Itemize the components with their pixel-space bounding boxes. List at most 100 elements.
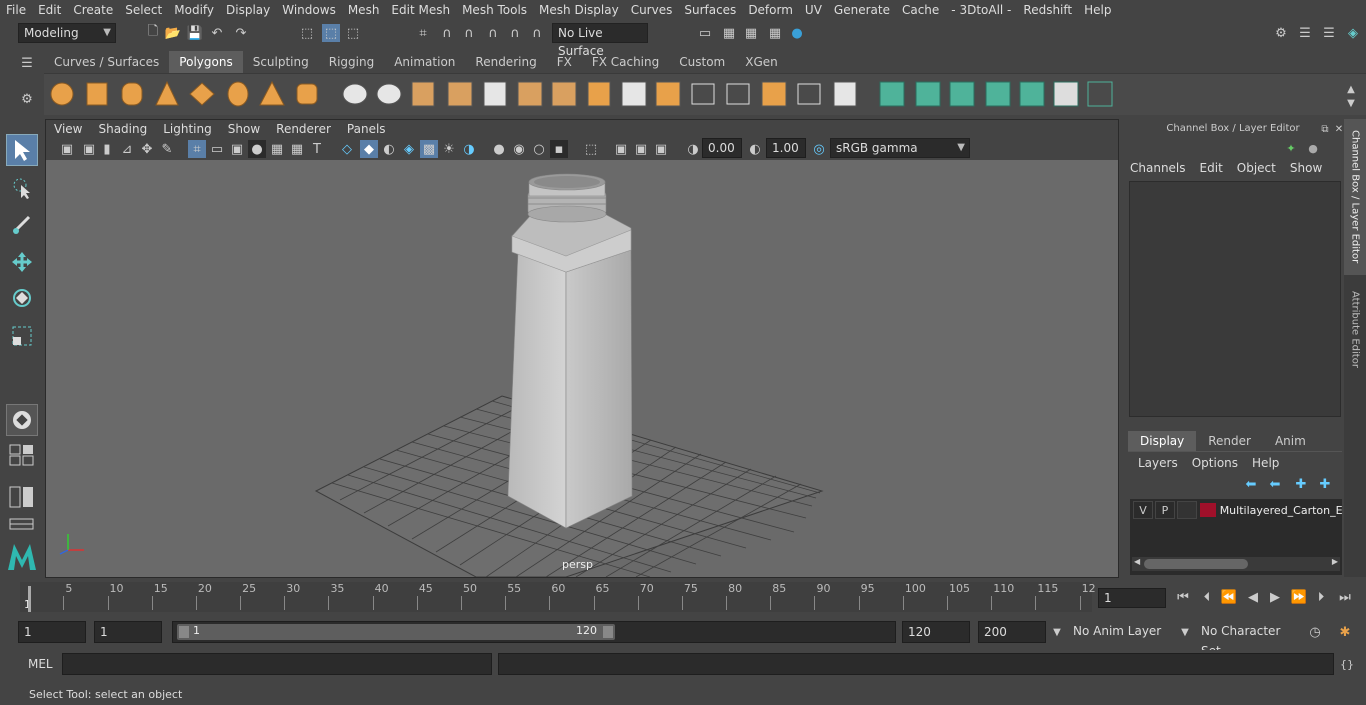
open-scene-icon[interactable]: 📂 bbox=[164, 24, 182, 42]
menu-generate[interactable]: Generate bbox=[828, 3, 896, 17]
snap-curve-icon[interactable]: ∩ bbox=[438, 24, 456, 42]
channel-box-toggle-icon[interactable]: ● bbox=[1304, 139, 1322, 157]
viewport-menu-renderer[interactable]: Renderer bbox=[268, 122, 339, 136]
go-to-end-icon[interactable]: ⏭ bbox=[1336, 588, 1354, 606]
command-input[interactable] bbox=[62, 653, 492, 675]
snap-point-icon[interactable]: ∩ bbox=[460, 24, 478, 42]
menu-display[interactable]: Display bbox=[220, 3, 276, 17]
live-surface-field[interactable]: No Live Surface bbox=[552, 23, 648, 58]
layer-type-toggle[interactable] bbox=[1176, 501, 1197, 519]
shelf-menu-icon[interactable]: ☰ bbox=[18, 54, 36, 72]
new-layer-selected-icon[interactable]: ✚ bbox=[1316, 475, 1334, 493]
menu-edit-mesh[interactable]: Edit Mesh bbox=[385, 3, 456, 17]
menu-edit[interactable]: Edit bbox=[32, 3, 67, 17]
menu-surfaces[interactable]: Surfaces bbox=[678, 3, 742, 17]
tab-polygons[interactable]: Polygons bbox=[169, 51, 243, 73]
field-chart-icon[interactable]: ▦ bbox=[268, 140, 286, 158]
gate-mask-icon[interactable]: ● bbox=[248, 140, 266, 158]
move-tool-icon[interactable] bbox=[6, 246, 38, 278]
lights-icon[interactable]: ☀ bbox=[440, 140, 458, 158]
channel-box-options-icon[interactable]: ✦ bbox=[1282, 139, 1300, 157]
textured-icon[interactable]: ◈ bbox=[400, 140, 418, 158]
shelf-scroll-down-icon[interactable]: ▼ bbox=[1342, 94, 1360, 112]
camera-select-icon[interactable]: ▣ bbox=[58, 140, 76, 158]
color-management-icon[interactable]: ◎ bbox=[810, 140, 828, 158]
tab-sculpting[interactable]: Sculpting bbox=[243, 51, 319, 73]
shadows-icon[interactable]: ◑ bbox=[460, 140, 478, 158]
layer-visibility-toggle[interactable]: V bbox=[1133, 501, 1153, 519]
tab-rigging[interactable]: Rigging bbox=[319, 51, 384, 73]
depth-of-field-icon[interactable]: ▪ bbox=[550, 140, 568, 158]
viewport-menu-view[interactable]: View bbox=[46, 122, 90, 136]
menu-curves[interactable]: Curves bbox=[625, 3, 679, 17]
snap-grid-icon[interactable]: ⌗ bbox=[414, 24, 432, 42]
time-ruler[interactable]: 5 10 15 20 25 30 35 40 45 50 55 60 65 70 75 80 85 90 95 100… bbox=[20, 582, 1096, 612]
snap-view-icon[interactable]: ∩ bbox=[484, 24, 502, 42]
step-forward-frame-icon[interactable]: ⏵ bbox=[1312, 588, 1330, 606]
current-frame-field[interactable]: 1 bbox=[1098, 588, 1166, 608]
tab-fx-caching[interactable]: FX Caching bbox=[582, 51, 669, 73]
step-back-key-icon[interactable]: ⏪ bbox=[1220, 588, 1238, 606]
two-d-pan-icon[interactable]: ✥ bbox=[138, 140, 156, 158]
xray-icon[interactable]: ▩ bbox=[420, 140, 438, 158]
layer-scrollbar[interactable]: ◀ ▶ bbox=[1132, 557, 1340, 571]
redo-icon[interactable]: ↷ bbox=[232, 24, 250, 42]
menu-3dtoall[interactable]: - 3DtoAll - bbox=[945, 3, 1017, 17]
layer-tab-anim[interactable]: Anim bbox=[1263, 431, 1318, 451]
chevron-down-icon[interactable]: ▼ bbox=[1176, 623, 1194, 641]
snap-live-icon[interactable]: ∩ bbox=[528, 24, 546, 42]
menu-mesh-display[interactable]: Mesh Display bbox=[533, 3, 625, 17]
color-space-dropdown[interactable]: sRGB gamma ▼ bbox=[830, 138, 970, 158]
render-current-icon[interactable]: ▦ bbox=[720, 24, 738, 42]
range-bar[interactable]: 1 120 bbox=[177, 624, 615, 640]
layout-single-icon[interactable] bbox=[6, 442, 38, 468]
snap-surface-icon[interactable]: ∩ bbox=[506, 24, 524, 42]
tab-fx[interactable]: FX bbox=[547, 51, 582, 73]
select-object-icon[interactable]: ⬚ bbox=[322, 24, 340, 42]
layer-menu-layers[interactable]: Layers bbox=[1138, 456, 1178, 470]
paint-select-tool-icon[interactable] bbox=[6, 208, 38, 240]
layer-color-swatch[interactable] bbox=[1199, 503, 1216, 517]
tab-curves-surfaces[interactable]: Curves / Surfaces bbox=[44, 51, 169, 73]
menu-redshift[interactable]: Redshift bbox=[1017, 3, 1078, 17]
exposure-icon[interactable]: ◑ bbox=[684, 140, 702, 158]
new-layer-icon[interactable]: ✚ bbox=[1292, 475, 1310, 493]
soft-select-tool-icon[interactable] bbox=[6, 404, 38, 436]
channel-menu-channels[interactable]: Channels bbox=[1130, 161, 1186, 175]
exposure-field[interactable]: 0.00 bbox=[702, 138, 742, 158]
channel-list[interactable] bbox=[1129, 181, 1341, 417]
menu-create[interactable]: Create bbox=[67, 3, 119, 17]
anti-alias-icon[interactable]: ○ bbox=[530, 140, 548, 158]
motion-blur-icon[interactable]: ◉ bbox=[510, 140, 528, 158]
resolution-gate-icon[interactable]: ▣ bbox=[228, 140, 246, 158]
viewport-menu-shading[interactable]: Shading bbox=[90, 122, 155, 136]
grease-pencil-icon[interactable]: ✎ bbox=[158, 140, 176, 158]
play-backward-icon[interactable]: ◀ bbox=[1244, 588, 1262, 606]
menu-deform[interactable]: Deform bbox=[742, 3, 799, 17]
character-set-field[interactable]: No Character Set bbox=[1196, 621, 1298, 658]
playback-start-field[interactable]: 1 bbox=[94, 621, 162, 643]
scroll-right-icon[interactable]: ▶ bbox=[1332, 557, 1338, 566]
layer-tab-render[interactable]: Render bbox=[1196, 431, 1263, 451]
range-track[interactable]: 1 120 bbox=[172, 621, 896, 643]
wireframe-icon[interactable]: ◇ bbox=[338, 140, 356, 158]
tab-animation[interactable]: Animation bbox=[384, 51, 465, 73]
tab-custom[interactable]: Custom bbox=[669, 51, 735, 73]
ipr-render-icon[interactable]: ▦ bbox=[742, 24, 760, 42]
shelf-options-gear-icon[interactable]: ⚙ bbox=[18, 90, 36, 108]
attribute-editor-icon[interactable]: ☰ bbox=[1296, 24, 1314, 42]
save-scene-icon[interactable]: 💾 bbox=[186, 24, 204, 42]
select-hierarchy-icon[interactable]: ⬚ bbox=[298, 24, 316, 42]
layout-graph-icon[interactable] bbox=[6, 514, 38, 534]
modeling-toolkit-icon[interactable]: ⚙ bbox=[1272, 24, 1290, 42]
mode-selector[interactable]: Modeling ▼ bbox=[18, 23, 116, 43]
layer-menu-options[interactable]: Options bbox=[1192, 456, 1238, 470]
viewport-menu-panels[interactable]: Panels bbox=[339, 122, 394, 136]
tab-xgen[interactable]: XGen bbox=[735, 51, 788, 73]
render-view-icon[interactable]: ▭ bbox=[696, 24, 714, 42]
safe-action-icon[interactable]: ▦ bbox=[288, 140, 306, 158]
menu-file[interactable]: File bbox=[0, 3, 32, 17]
screen-space-ao-icon[interactable]: ● bbox=[490, 140, 508, 158]
viewport-canvas[interactable]: persp bbox=[46, 160, 1118, 577]
wireframe-on-shaded-icon[interactable]: ◐ bbox=[380, 140, 398, 158]
